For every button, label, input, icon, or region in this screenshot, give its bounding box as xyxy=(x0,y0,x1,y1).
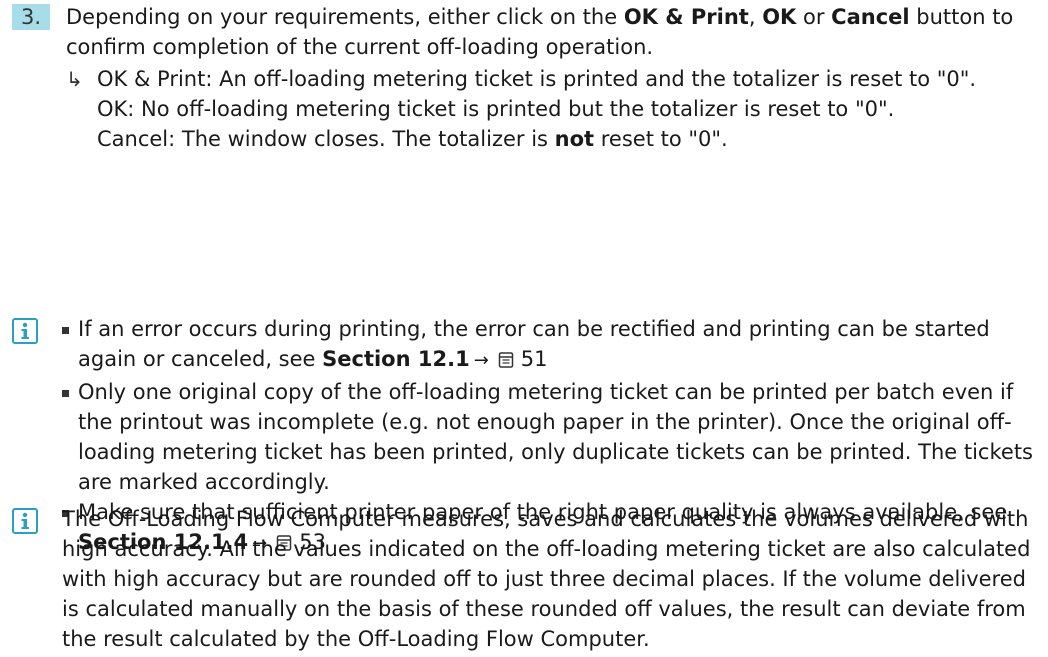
step-result: ↳ OK & Print: An off-loading metering ti… xyxy=(66,64,1042,154)
result-cancel: Cancel: The window closes. The totalizer… xyxy=(97,127,728,151)
note-bullet-original-copy: Only one original copy of the off-loadin… xyxy=(62,377,1042,497)
section-ref-link[interactable]: Section 12.1 xyxy=(322,347,470,371)
info-icon xyxy=(12,318,38,344)
info-note-accuracy: The Off-Loading Flow Computer measures, … xyxy=(12,504,1042,654)
cancel-label: Cancel xyxy=(831,5,910,29)
note-bullet-error: If an error occurs during printing, the … xyxy=(62,314,1042,377)
accuracy-note-text: The Off-Loading Flow Computer measures, … xyxy=(62,507,1031,651)
book-icon xyxy=(497,347,515,377)
ok-label: OK xyxy=(762,5,797,29)
page-ref[interactable]: 51 xyxy=(521,347,548,371)
result-arrow-icon: ↳ xyxy=(66,67,83,91)
ref-arrow-icon: → xyxy=(473,350,489,371)
step-instruction: Depending on your requirements, either c… xyxy=(66,5,1014,59)
info-icon xyxy=(12,508,38,534)
step-number-badge: 3. xyxy=(12,4,50,30)
ok-print-label: OK & Print xyxy=(623,5,749,29)
result-ok-print: OK & Print: An off-loading metering tick… xyxy=(97,67,977,91)
result-ok: OK: No off-loading metering ticket is pr… xyxy=(97,97,895,121)
step-3: 3. Depending on your requirements, eithe… xyxy=(12,2,1042,154)
manual-page: 3. Depending on your requirements, eithe… xyxy=(0,0,1048,657)
